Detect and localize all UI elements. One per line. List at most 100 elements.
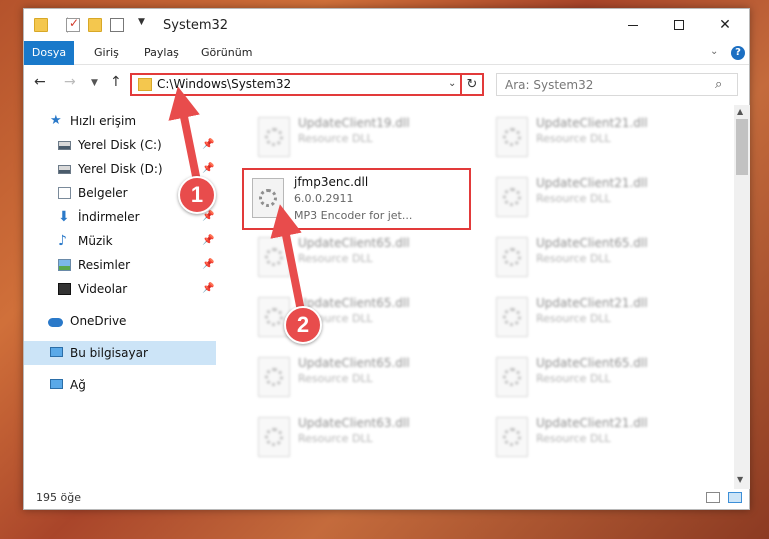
scroll-up-icon[interactable]: ▲	[737, 107, 743, 116]
sidebar-item-pictures[interactable]: Resimler 📌	[24, 253, 216, 277]
sidebar-item-onedrive[interactable]: OneDrive	[24, 309, 216, 333]
navigation-pane: ★ Hızlı erişim Yerel Disk (C:) 📌 Yerel D…	[24, 109, 216, 479]
sidebar-item-label: OneDrive	[70, 314, 127, 328]
sidebar-item-this-pc[interactable]: Bu bilgisayar	[24, 341, 216, 365]
navigation-bar: ← → ▼ ↑ C:\Windows\System32 ⌄ ↻ Ara: Sys…	[24, 67, 749, 101]
file-tile[interactable]: UpdateClient65.dll Resource DLL	[482, 231, 708, 287]
dll-file-icon	[496, 237, 528, 277]
refresh-button[interactable]: ↻	[460, 73, 484, 96]
file-name: UpdateClient65.dll	[298, 236, 410, 250]
dll-file-icon	[496, 357, 528, 397]
customize-toolbar-icon[interactable]	[110, 18, 124, 32]
file-list: UpdateClient19.dll Resource DLL UpdateCl…	[230, 105, 734, 481]
drive-icon	[58, 141, 71, 150]
gear-icon	[265, 308, 283, 326]
file-type: Resource DLL	[298, 432, 373, 445]
onedrive-icon	[48, 318, 63, 327]
file-tile[interactable]: UpdateClient21.dll Resource DLL	[482, 171, 708, 227]
file-description: MP3 Encoder for jet...	[294, 209, 413, 222]
scroll-down-icon[interactable]: ▼	[737, 475, 743, 484]
highlighted-file-tile[interactable]: jfmp3enc.dll 6.0.0.2911 MP3 Encoder for …	[242, 168, 471, 230]
dll-file-icon	[496, 177, 528, 217]
file-tile[interactable]: UpdateClient63.dll Resource DLL	[244, 411, 470, 467]
sidebar-item-label: Videolar	[78, 282, 128, 296]
file-tile[interactable]: UpdateClient65.dll Resource DLL	[244, 351, 470, 407]
sidebar-item-videos[interactable]: Videolar 📌	[24, 277, 216, 301]
pin-icon[interactable]: 📌	[202, 229, 214, 253]
file-tile[interactable]: UpdateClient21.dll Resource DLL	[482, 111, 708, 167]
tiles-view-icon[interactable]	[728, 492, 742, 503]
maximize-icon	[674, 20, 684, 30]
gear-icon	[265, 248, 283, 266]
minimize-button[interactable]	[610, 9, 656, 41]
file-tile[interactable]: UpdateClient65.dll Resource DLL	[482, 351, 708, 407]
help-icon[interactable]: ?	[731, 46, 745, 60]
file-name: UpdateClient65.dll	[536, 236, 648, 250]
file-name: UpdateClient65.dll	[298, 356, 410, 370]
expand-ribbon-chevron-icon[interactable]: ⌄	[710, 46, 718, 57]
back-arrow-icon[interactable]: ←	[34, 74, 46, 90]
address-bar[interactable]: C:\Windows\System32 ⌄	[130, 73, 482, 96]
maximize-button[interactable]	[656, 9, 702, 41]
sidebar-item-label: Bu bilgisayar	[70, 346, 148, 360]
tab-home[interactable]: Giriş	[94, 41, 119, 65]
pin-icon[interactable]: 📌	[202, 253, 214, 277]
recent-locations-chevron-icon[interactable]: ▼	[91, 78, 98, 88]
file-type: Resource DLL	[536, 132, 611, 145]
download-icon: ⬇	[58, 209, 70, 225]
file-tile[interactable]: UpdateClient21.dll Resource DLL	[482, 291, 708, 347]
ribbon-tabs: Dosya Giriş Paylaş Görünüm ⌄ ?	[24, 41, 749, 65]
customize-chevron-icon[interactable]: ▼	[138, 17, 145, 27]
file-name: UpdateClient65.dll	[536, 356, 648, 370]
dll-file-icon	[252, 178, 284, 218]
dll-file-icon	[496, 417, 528, 457]
tab-view[interactable]: Görünüm	[201, 41, 252, 65]
new-folder-icon[interactable]	[88, 18, 102, 32]
videos-icon	[58, 283, 71, 295]
computer-icon	[50, 347, 63, 357]
folder-icon	[34, 18, 48, 32]
file-type: Resource DLL	[298, 132, 373, 145]
tab-file[interactable]: Dosya	[24, 41, 74, 65]
pin-icon[interactable]: 📌	[202, 277, 214, 301]
address-folder-icon	[138, 78, 152, 91]
file-type: Resource DLL	[298, 372, 373, 385]
file-tile[interactable]: UpdateClient19.dll Resource DLL	[244, 111, 470, 167]
file-type: Resource DLL	[536, 312, 611, 325]
sidebar-item-quick-access[interactable]: ★ Hızlı erişim	[24, 109, 216, 133]
address-path[interactable]: C:\Windows\System32	[157, 77, 291, 91]
file-name: UpdateClient63.dll	[298, 416, 410, 430]
file-name: UpdateClient19.dll	[298, 116, 410, 130]
address-history-chevron-icon[interactable]: ⌄	[448, 78, 456, 89]
sidebar-item-label: Hızlı erişim	[70, 114, 137, 128]
up-arrow-icon[interactable]: ↑	[110, 74, 122, 90]
title-bar[interactable]: ▼ System32 ✕	[24, 9, 749, 41]
vertical-scrollbar[interactable]: ▲ ▼	[734, 105, 750, 489]
sidebar-item-label: Ağ	[70, 378, 86, 392]
file-tile[interactable]: UpdateClient65.dll Resource DLL	[244, 231, 470, 287]
search-placeholder: Ara: System32	[505, 78, 594, 92]
sidebar-item-network[interactable]: Ağ	[24, 373, 216, 397]
scroll-thumb[interactable]	[736, 119, 748, 175]
gear-icon	[265, 428, 283, 446]
step-badge-1: 1	[178, 176, 216, 214]
gear-icon	[265, 368, 283, 386]
file-tile[interactable]: UpdateClient21.dll Resource DLL	[482, 411, 708, 467]
properties-check-icon[interactable]	[66, 16, 80, 32]
forward-arrow-icon[interactable]: →	[64, 74, 76, 90]
sidebar-item-label: İndirmeler	[78, 210, 140, 224]
file-tile[interactable]: UpdateClient65.dll Resource DLL	[244, 291, 470, 347]
details-view-icon[interactable]	[706, 492, 720, 503]
sidebar-item-music[interactable]: ♪ Müzik 📌	[24, 229, 216, 253]
sidebar-item-local-disk-c[interactable]: Yerel Disk (C:) 📌	[24, 133, 216, 157]
close-button[interactable]: ✕	[702, 9, 748, 41]
dll-file-icon	[258, 357, 290, 397]
sidebar-item-label: Müzik	[78, 234, 113, 248]
file-type: Resource DLL	[536, 432, 611, 445]
dll-file-icon	[258, 237, 290, 277]
gear-icon	[503, 188, 521, 206]
pin-icon[interactable]: 📌	[202, 133, 214, 157]
tab-share[interactable]: Paylaş	[144, 41, 179, 65]
search-input[interactable]: Ara: System32 ⌕	[496, 73, 738, 96]
file-name: UpdateClient21.dll	[536, 416, 648, 430]
